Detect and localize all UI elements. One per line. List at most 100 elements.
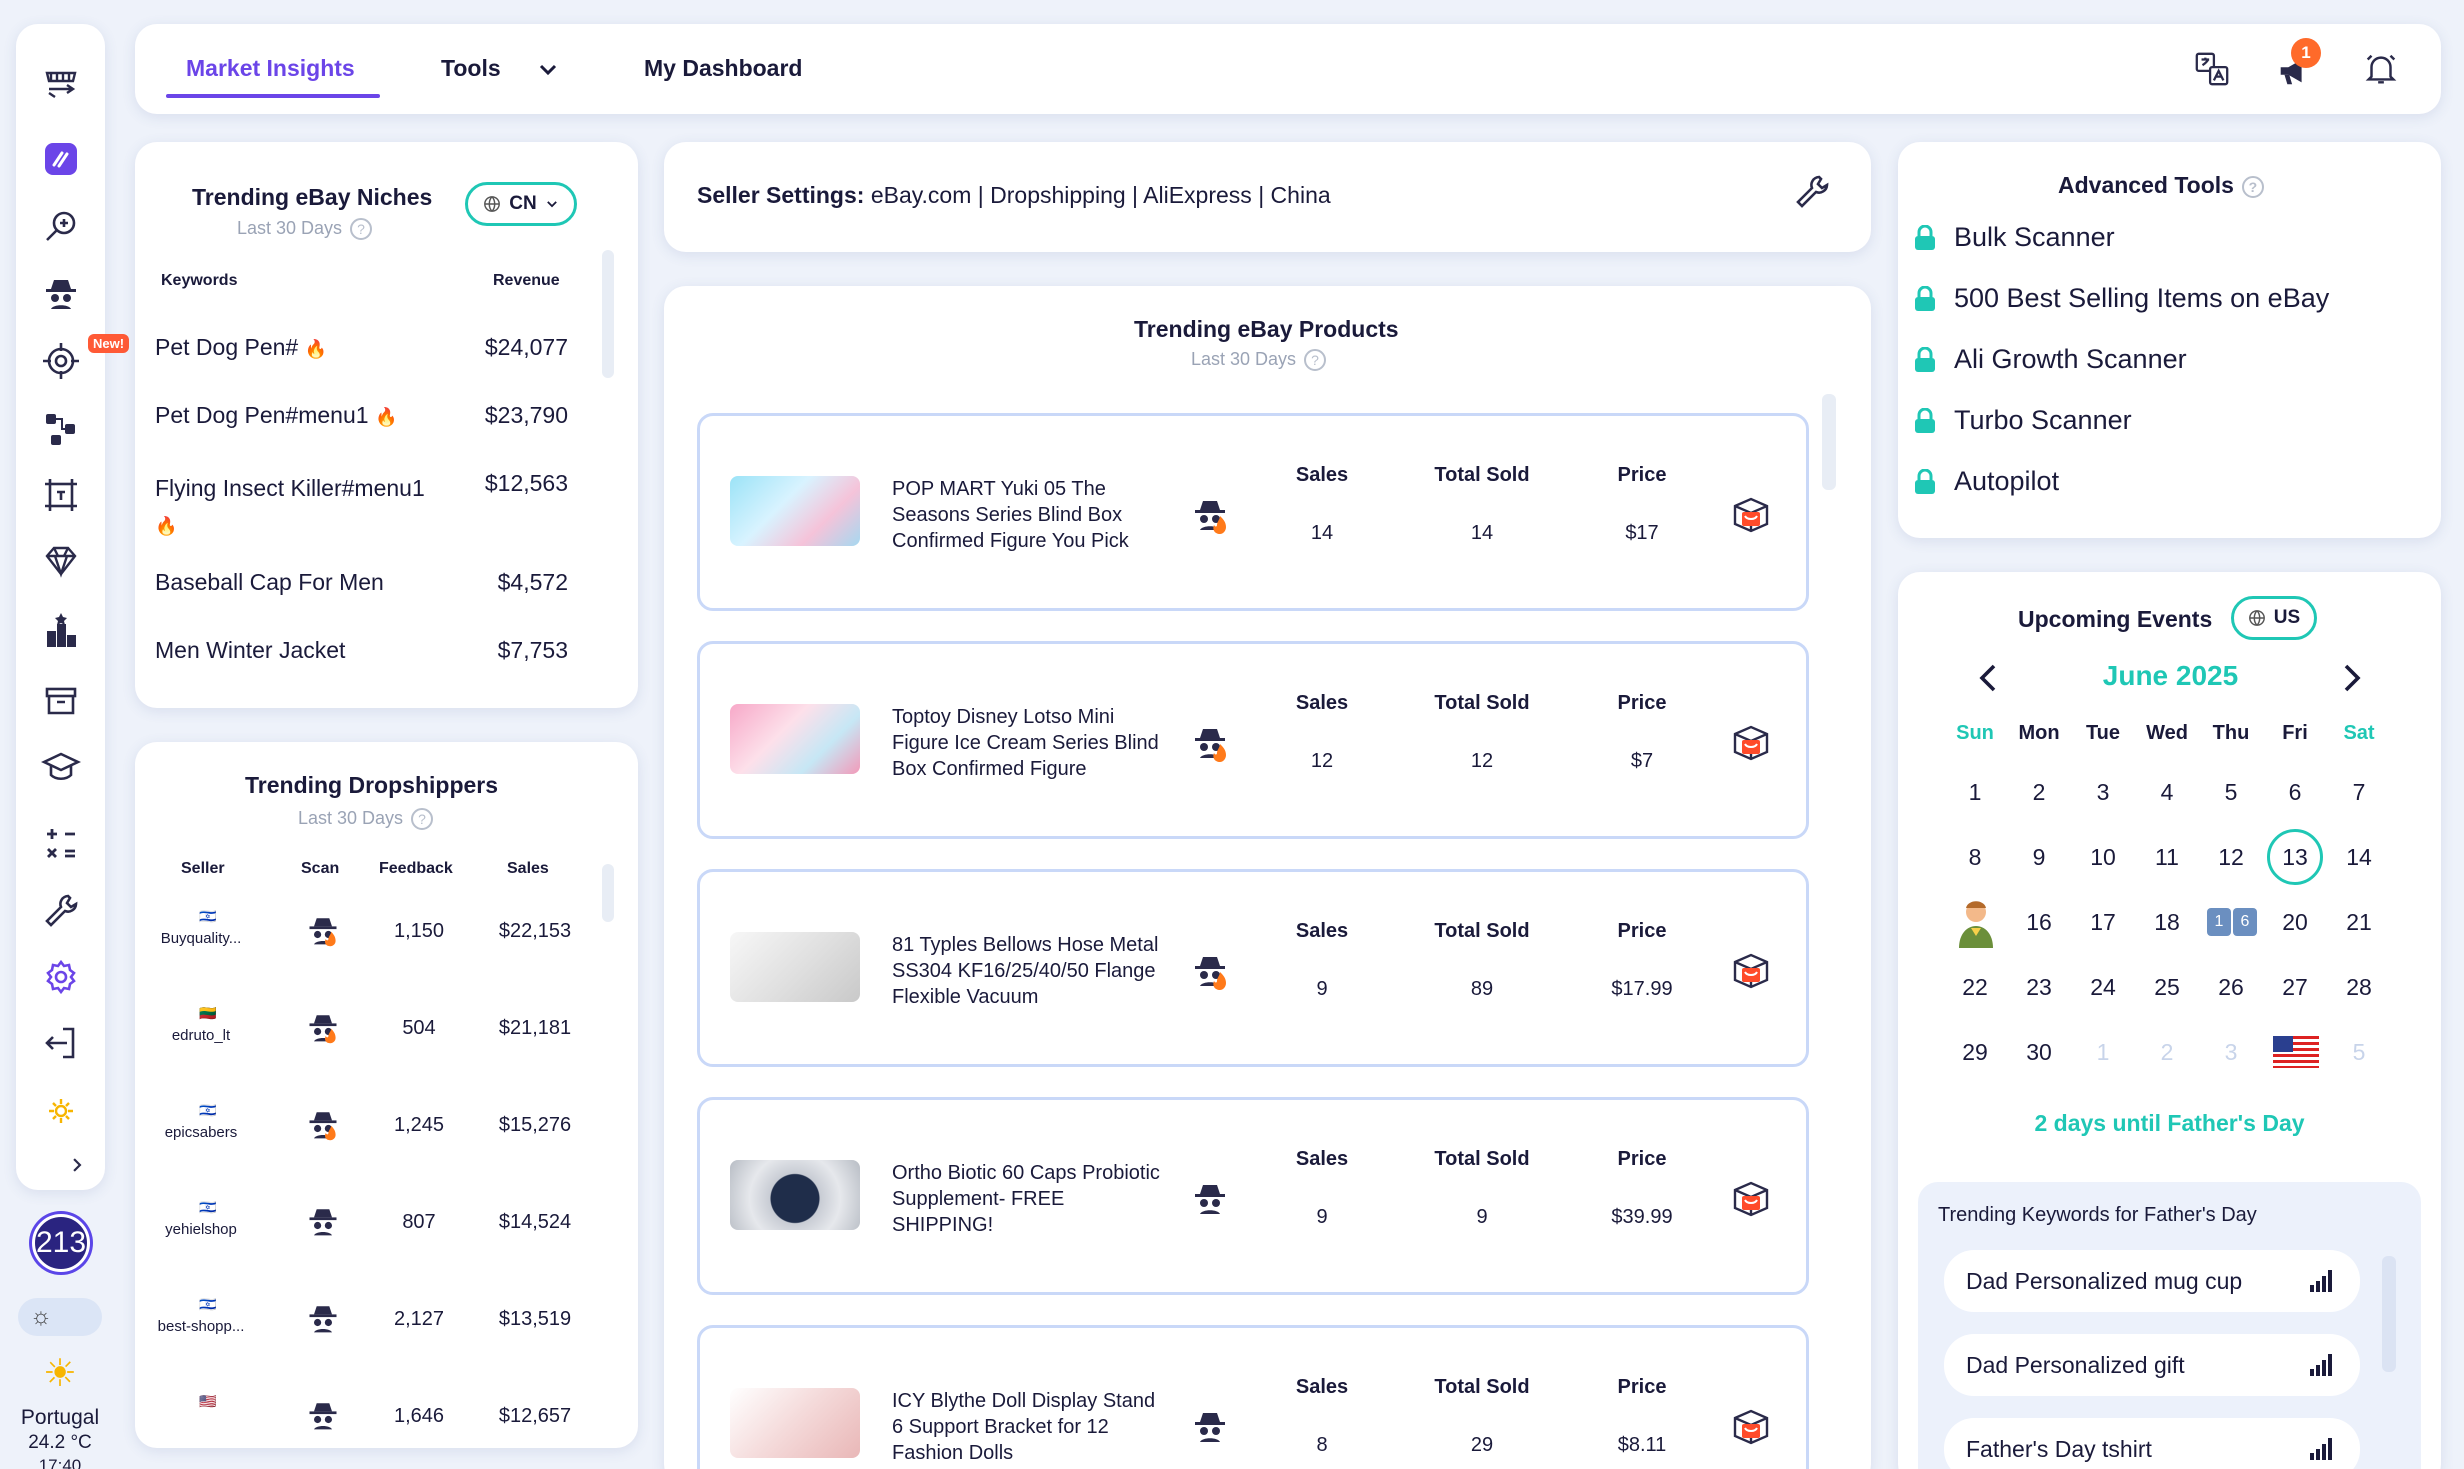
calendar-day[interactable]: 30 [2011,1024,2067,1080]
spy-icon[interactable] [1188,1406,1232,1450]
product-image[interactable] [730,1388,860,1458]
calendar-day[interactable]: 17 [2075,894,2131,950]
events-country-select[interactable]: US [2231,596,2317,640]
seller-name[interactable]: edruto_lt [141,1027,261,1044]
wrench-icon[interactable] [38,888,84,934]
calendar-day[interactable]: 18 [2139,894,2195,950]
calendar-day[interactable]: 12 [2203,829,2259,885]
ranking-icon[interactable] [38,608,84,654]
product-image[interactable] [730,1160,860,1230]
calendar-day[interactable]: 1 [2075,1024,2131,1080]
calendar-day[interactable]: 3 [2203,1024,2259,1080]
niches-scrollbar[interactable] [602,250,614,378]
products-scrollbar[interactable] [1822,394,1836,490]
calendar-day[interactable]: 29 [1947,1024,2003,1080]
product-image[interactable] [730,476,860,546]
niche-row-keyword[interactable]: Pet Dog Pen# 🔥 [155,334,455,361]
seller-name[interactable]: epicsabers [141,1124,261,1141]
calendar-day[interactable]: 8 [1947,829,2003,885]
logout-icon[interactable] [38,1020,84,1066]
seller-name[interactable]: best-shopp... [141,1318,261,1335]
niche-row-keyword[interactable]: Flying Insect Killer#menu1 🔥 [155,470,455,544]
product-row[interactable]: 81 Typles Bellows Hose Metal SS304 KF16/… [697,869,1809,1067]
advanced-tool-item[interactable]: Autopilot [1914,466,2059,497]
calendar-day[interactable]: 6 [2267,764,2323,820]
spy-scan-icon[interactable] [305,1009,343,1047]
spy-scan-icon[interactable] [305,1397,343,1435]
aliexpress-box-icon[interactable] [1730,1406,1772,1448]
calendar-day[interactable]: 25 [2139,959,2195,1015]
aliexpress-box-icon[interactable] [1730,722,1772,764]
seller-name[interactable]: yehielshop [141,1221,261,1238]
niche-row-keyword[interactable]: Pet Dog Pen#menu1 🔥 [155,402,455,429]
niche-row-keyword[interactable]: Men Winter Jacket [155,637,455,664]
expand-chevron-icon[interactable] [62,1150,92,1180]
calendar-day[interactable]: 27 [2267,959,2323,1015]
calendar-day[interactable]: 11 [2139,829,2195,885]
calendar-day[interactable]: 28 [2331,959,2387,1015]
event-keyword-item[interactable]: Dad Personalized mug cup [1944,1250,2360,1312]
product-image[interactable] [730,932,860,1002]
niche-row-keyword[interactable]: Baseball Cap For Men [155,569,455,596]
product-image[interactable] [730,704,860,774]
product-row[interactable]: Ortho Biotic 60 Caps Probiotic Supplemen… [697,1097,1809,1295]
tab-tools[interactable]: Tools [441,55,501,82]
advanced-tool-item[interactable]: Turbo Scanner [1914,405,2132,436]
calendar-day[interactable]: 20 [2267,894,2323,950]
product-row[interactable]: ICY Blythe Doll Display Stand 6 Support … [697,1325,1809,1469]
spy-icon[interactable] [1188,950,1232,994]
spy-scan-icon[interactable] [305,912,343,950]
spy-icon[interactable] [1188,494,1232,538]
calendar-day[interactable]: 2 [2011,764,2067,820]
product-row[interactable]: Toptoy Disney Lotso Mini Figure Ice Crea… [697,641,1809,839]
spy-scan-icon[interactable] [305,1300,343,1338]
calendar-day[interactable]: 9 [2011,829,2067,885]
calendar-day[interactable]: 5 [2203,764,2259,820]
workflow-icon[interactable] [38,406,84,452]
calendar-day[interactable]: 22 [1947,959,2003,1015]
event-keyword-item[interactable]: Father's Day tshirt [1944,1418,2360,1469]
calendar-day[interactable]: 13 [2267,829,2323,885]
diamond-icon[interactable] [38,538,84,584]
dropshippers-scrollbar[interactable] [602,864,614,922]
calendar-day[interactable]: 24 [2075,959,2131,1015]
product-row[interactable]: POP MART Yuki 05 The Seasons Series Blin… [697,413,1809,611]
help-icon[interactable]: ? [2241,175,2264,198]
calendar-day[interactable]: 5 [2331,1024,2387,1080]
product-name[interactable]: ICY Blythe Doll Display Stand 6 Support … [892,1388,1162,1466]
calendar-day[interactable]: 26 [2203,959,2259,1015]
chevron-down-icon[interactable] [536,58,560,82]
brand-logo-icon[interactable] [38,136,84,182]
product-name[interactable]: Ortho Biotic 60 Caps Probiotic Supplemen… [892,1160,1162,1238]
theme-toggle[interactable]: ☼ [18,1298,102,1336]
help-icon[interactable]: ? [350,218,373,241]
tab-market-insights[interactable]: Market Insights [186,55,355,82]
spy-scan-icon[interactable] [305,1106,343,1144]
calendar-day[interactable]: 21 [2331,894,2387,950]
calendar-day[interactable]: 14 [2331,829,2387,885]
product-name[interactable]: POP MART Yuki 05 The Seasons Series Blin… [892,476,1162,554]
advanced-tool-item[interactable]: Bulk Scanner [1914,222,2115,253]
prev-month-icon[interactable] [1974,658,2004,698]
help-icon[interactable]: ? [1304,349,1327,372]
academy-icon[interactable] [38,744,84,790]
advanced-tool-item[interactable]: Ali Growth Scanner [1914,344,2187,375]
seller-name[interactable]: Buyquality... [141,930,261,947]
spy-icon[interactable] [1188,1178,1232,1222]
tab-my-dashboard[interactable]: My Dashboard [644,55,802,82]
spy-icon[interactable] [38,270,84,316]
calendar-day[interactable]: 16 [2011,894,2067,950]
settings-icon[interactable] [38,954,84,1000]
help-icon[interactable]: ? [411,808,434,831]
product-name[interactable]: 81 Typles Bellows Hose Metal SS304 KF16/… [892,932,1162,1010]
calendar-day[interactable]: 2 [2139,1024,2195,1080]
calendar-day[interactable]: 7 [2331,764,2387,820]
translate-icon[interactable] [2193,50,2233,90]
juneteenth-icon[interactable]: 1 6 [2207,908,2257,936]
frame-icon[interactable] [38,472,84,518]
aliexpress-box-icon[interactable] [1730,950,1772,992]
product-name[interactable]: Toptoy Disney Lotso Mini Figure Ice Crea… [892,704,1162,782]
us-flag-icon[interactable] [2273,1036,2319,1068]
advanced-tool-item[interactable]: 500 Best Selling Items on eBay [1914,283,2329,314]
calendar-day[interactable]: 10 [2075,829,2131,885]
